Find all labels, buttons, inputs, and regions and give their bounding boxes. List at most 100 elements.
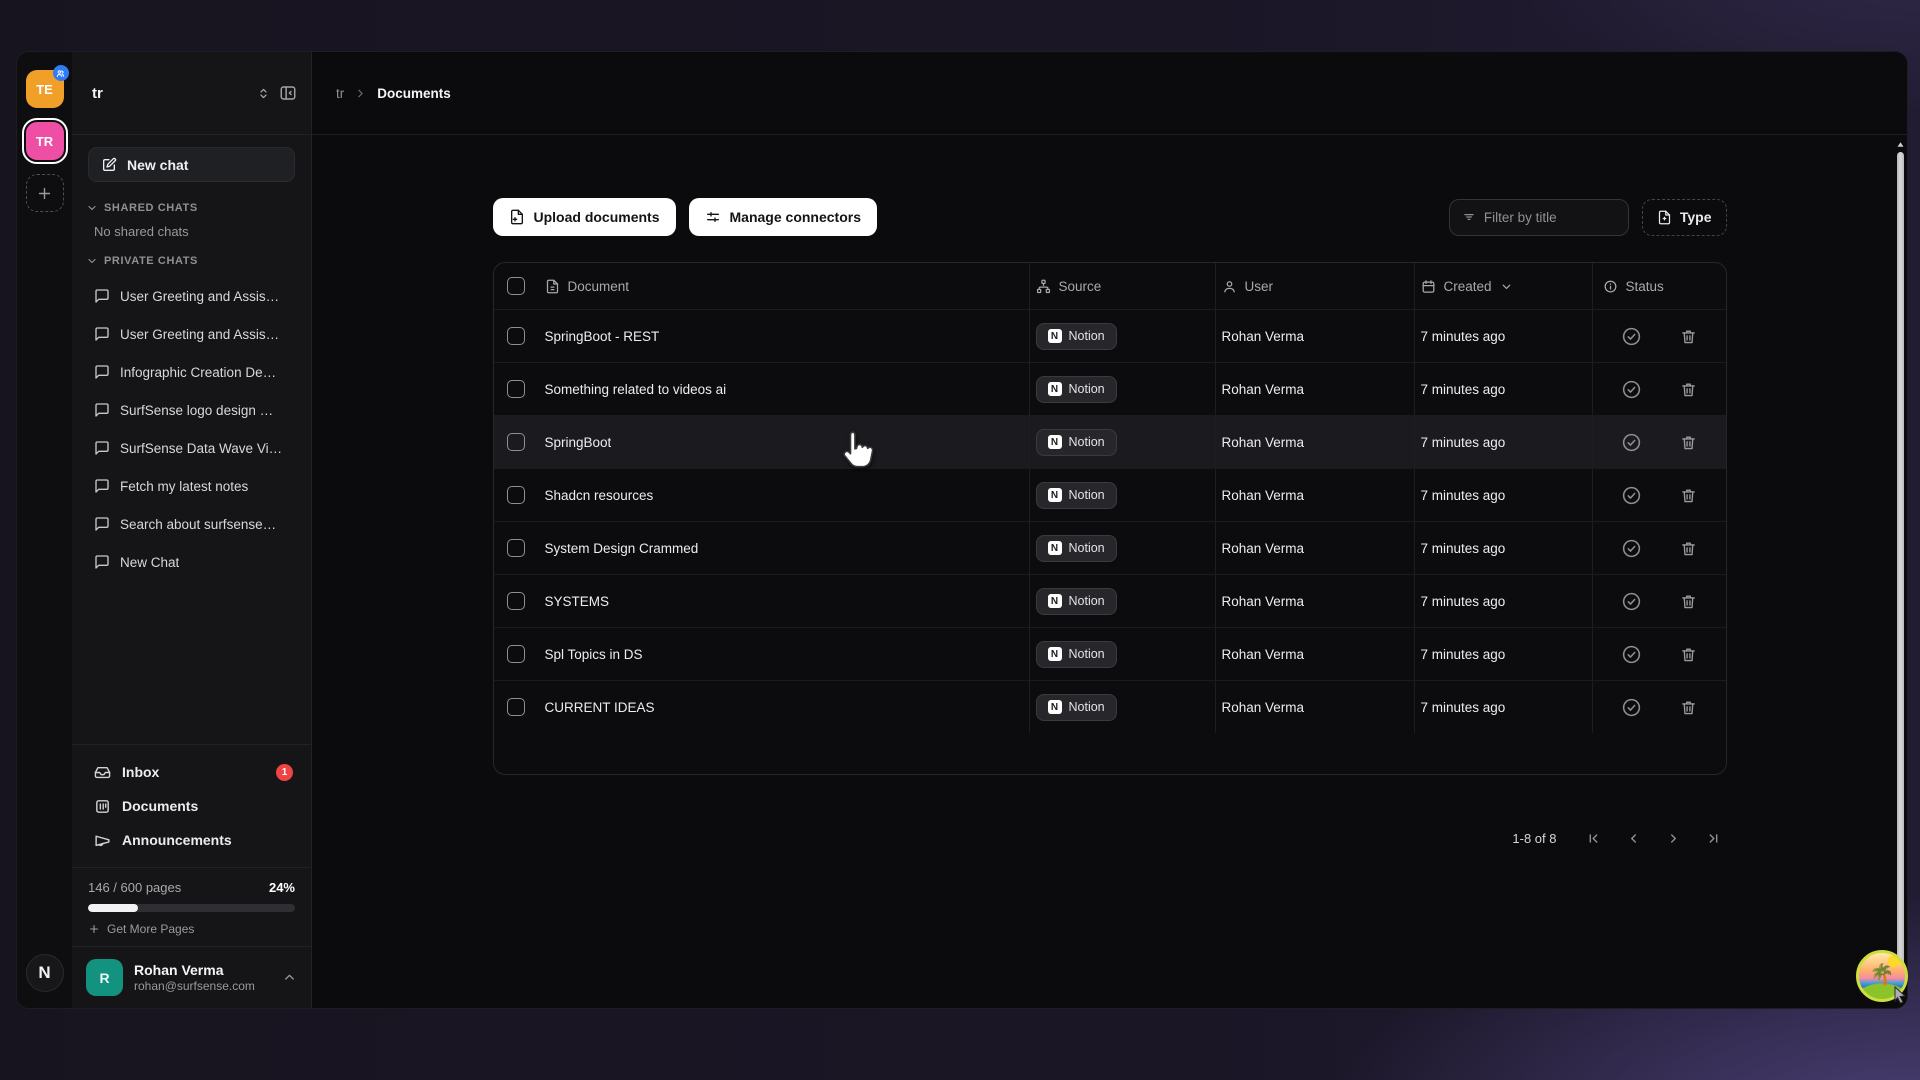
row-checkbox[interactable] <box>507 433 525 451</box>
next-page-button[interactable] <box>1661 825 1687 851</box>
breadcrumb-root[interactable]: tr <box>336 86 344 101</box>
row-checkbox[interactable] <box>507 645 525 663</box>
trash-icon[interactable] <box>1680 540 1697 557</box>
filter-lines-icon <box>1462 210 1476 224</box>
first-page-button[interactable] <box>1581 825 1607 851</box>
row-created: 7 minutes ago <box>1421 594 1506 609</box>
message-square-icon <box>94 326 110 342</box>
table-row[interactable]: SpringBoot - REST NNotion Rohan Verma 7 … <box>494 309 1726 362</box>
document-title: Spl Topics in DS <box>545 647 643 662</box>
notion-icon: N <box>1048 382 1062 396</box>
trash-icon[interactable] <box>1680 699 1697 716</box>
chat-item[interactable]: New Chat <box>80 543 303 581</box>
sidebar-item-announcements[interactable]: Announcements <box>80 823 303 857</box>
chat-item[interactable]: User Greeting and Assis… <box>80 277 303 315</box>
trash-icon[interactable] <box>1680 487 1697 504</box>
chevron-down-icon <box>86 202 98 214</box>
column-header-status[interactable]: Status <box>1592 263 1726 309</box>
chat-item[interactable]: Fetch my latest notes <box>80 467 303 505</box>
palm-tree-icon: 🌴 <box>1870 962 1895 987</box>
network-icon <box>1036 279 1051 294</box>
table-row[interactable]: SYSTEMS NNotion Rohan Verma 7 minutes ag… <box>494 574 1726 627</box>
add-workspace-button[interactable] <box>26 174 64 212</box>
row-checkbox[interactable] <box>507 486 525 504</box>
check-circle-icon[interactable] <box>1621 326 1642 347</box>
column-header-user[interactable]: User <box>1215 263 1414 309</box>
previous-page-button[interactable] <box>1621 825 1647 851</box>
chat-item[interactable]: Search about surfsense… <box>80 505 303 543</box>
column-header-document[interactable]: Document <box>539 263 1029 309</box>
sidebar-item-documents[interactable]: Documents <box>80 789 303 823</box>
chat-item[interactable]: SurfSense Data Wave Vi… <box>80 429 303 467</box>
source-badge: NNotion <box>1036 429 1117 456</box>
manage-connectors-button[interactable]: Manage connectors <box>689 198 877 236</box>
get-more-pages-button[interactable]: Get More Pages <box>88 922 295 936</box>
workspace-avatar-tr[interactable]: TR <box>26 122 64 160</box>
chat-item[interactable]: SurfSense logo design … <box>80 391 303 429</box>
panel-collapse-icon[interactable] <box>279 84 297 102</box>
private-chats-header[interactable]: PRIVATE CHATS <box>72 241 311 273</box>
usage-progress-fill <box>88 904 138 912</box>
usage-pages-text: 146 / 600 pages <box>88 880 181 895</box>
trash-icon[interactable] <box>1680 434 1697 451</box>
check-circle-icon[interactable] <box>1621 432 1642 453</box>
row-checkbox[interactable] <box>507 327 525 345</box>
table-row[interactable]: Spl Topics in DS NNotion Rohan Verma 7 m… <box>494 627 1726 680</box>
chevron-up-icon <box>282 970 297 985</box>
trash-icon[interactable] <box>1680 381 1697 398</box>
library-icon <box>94 798 111 815</box>
notion-icon: N <box>1048 700 1062 714</box>
new-chat-button[interactable]: New chat <box>88 147 295 182</box>
table-header-row: Document Source User Created <box>494 263 1726 309</box>
chevron-down-icon <box>86 255 98 267</box>
document-title: Something related to videos ai <box>545 382 727 397</box>
table-row[interactable]: SpringBoot NNotion Rohan Verma 7 minutes… <box>494 415 1726 468</box>
shared-chats-header[interactable]: SHARED CHATS <box>72 188 311 220</box>
check-circle-icon[interactable] <box>1621 538 1642 559</box>
check-circle-icon[interactable] <box>1621 697 1642 718</box>
check-circle-icon[interactable] <box>1621 591 1642 612</box>
workspace-avatar-te[interactable]: TE <box>26 70 64 108</box>
desktop-background: TE TR N tr <box>0 0 1920 1080</box>
sidebar-item-inbox[interactable]: Inbox 1 <box>80 755 303 789</box>
pagination: 1-8 of 8 <box>493 825 1727 851</box>
no-shared-chats-text: No shared chats <box>72 220 311 241</box>
type-filter-button[interactable]: Type <box>1642 199 1727 236</box>
notion-logo[interactable]: N <box>26 954 64 992</box>
table-row[interactable]: System Design Crammed NNotion Rohan Verm… <box>494 521 1726 574</box>
chat-item[interactable]: Infographic Creation De… <box>80 353 303 391</box>
notion-icon: N <box>1048 329 1062 343</box>
table-row[interactable]: CURRENT IDEAS NNotion Rohan Verma 7 minu… <box>494 680 1726 733</box>
table-row[interactable]: Shadcn resources NNotion Rohan Verma 7 m… <box>494 468 1726 521</box>
sidebar: tr New chat SHARED CHATS <box>72 52 312 1008</box>
check-circle-icon[interactable] <box>1621 644 1642 665</box>
page-range-label: 1-8 of 8 <box>1512 831 1556 846</box>
row-user: Rohan Verma <box>1222 594 1305 609</box>
last-page-button[interactable] <box>1701 825 1727 851</box>
check-circle-icon[interactable] <box>1621 379 1642 400</box>
table-footer-space <box>494 733 1726 774</box>
sort-chevron-down-icon <box>1500 280 1513 293</box>
source-badge: NNotion <box>1036 641 1117 668</box>
column-header-created[interactable]: Created <box>1414 263 1592 309</box>
row-checkbox[interactable] <box>507 380 525 398</box>
column-header-source[interactable]: Source <box>1029 263 1215 309</box>
row-checkbox[interactable] <box>507 539 525 557</box>
scrollbar-up-arrow[interactable] <box>1895 138 1906 150</box>
scrollbar-thumb[interactable] <box>1897 152 1904 990</box>
chat-item[interactable]: User Greeting and Assis… <box>80 315 303 353</box>
check-circle-icon[interactable] <box>1621 485 1642 506</box>
message-square-icon <box>94 440 110 456</box>
upload-documents-button[interactable]: Upload documents <box>493 198 676 236</box>
chevrons-up-down-icon[interactable] <box>256 86 271 101</box>
table-row[interactable]: Something related to videos ai NNotion R… <box>494 362 1726 415</box>
trash-icon[interactable] <box>1680 646 1697 663</box>
row-checkbox[interactable] <box>507 592 525 610</box>
select-all-checkbox[interactable] <box>507 277 525 295</box>
trash-icon[interactable] <box>1680 593 1697 610</box>
arrow-cursor <box>1892 986 1908 1009</box>
trash-icon[interactable] <box>1680 328 1697 345</box>
filter-by-title-input[interactable] <box>1484 210 1594 225</box>
row-checkbox[interactable] <box>507 698 525 716</box>
profile-menu[interactable]: R Rohan Verma rohan@surfsense.com <box>72 946 311 1008</box>
